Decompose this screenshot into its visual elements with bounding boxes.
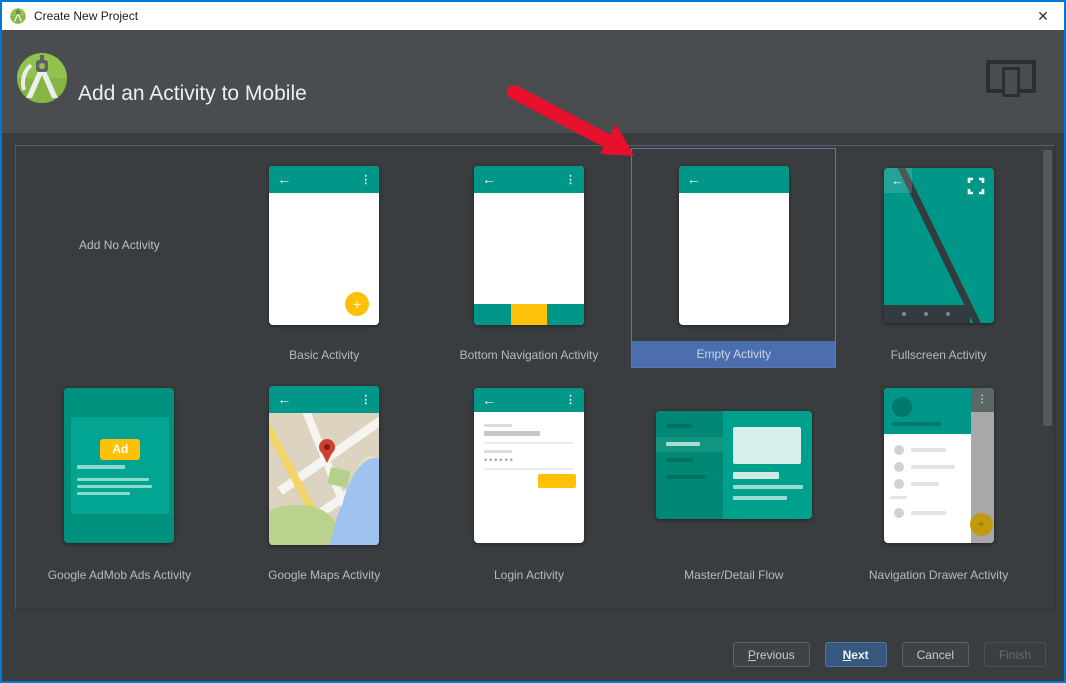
overflow-menu-icon: ⋮ [360,173,372,186]
overflow-menu-icon: ⋮ [564,394,576,406]
wizard-header: Add an Activity to Mobile [2,30,1064,133]
create-new-project-dialog: Create New Project ✕ Add an Activity to … [0,0,1066,683]
android-studio-icon [10,8,26,24]
activity-label: Bottom Navigation Activity [459,348,599,362]
activity-cell-master-detail-flow[interactable]: Master/Detail Flow [631,368,836,588]
activity-cell-navigation-drawer-activity[interactable]: ⋮ + Navigation Drawer Activity [836,368,1041,588]
activity-label: Google Maps Activity [268,568,381,582]
activity-label: Navigation Drawer Activity [868,568,1009,582]
back-arrow-icon: ← [277,391,292,407]
window-title: Create New Project [34,9,139,23]
bottom-navigation-thumbnail: ← ⋮ [473,165,584,325]
activity-label: Master/Detail Flow [684,568,784,582]
navigation-drawer-thumbnail: ⋮ + [883,387,994,543]
login-thumbnail: ← ⋮ •••••• [473,387,584,543]
fullscreen-expand-icon [967,177,984,194]
activity-cell-basic-activity[interactable]: ← ⋮ + Basic Activity [222,148,427,368]
activity-label: Google AdMob Ads Activity [47,568,192,582]
activity-cell-google-admob-ads-activity[interactable]: Ad Google AdMob Ads Activity [17,368,222,588]
overflow-menu-icon: ⋮ [360,393,372,406]
title-bar: Create New Project ✕ [2,2,1064,30]
activity-grid: Add No Activity ← ⋮ + Basic Activity ← ⋮… [17,148,1041,588]
back-arrow-icon: ← [883,167,912,193]
android-studio-logo [17,53,67,103]
admob-thumbnail: Ad [64,387,175,543]
next-button[interactable]: Next [824,642,887,667]
map-pin-icon [319,438,336,463]
avatar [891,396,912,417]
back-arrow-icon: ← [481,391,496,408]
empty-activity-thumbnail: ← [678,165,789,325]
activity-label [17,342,222,368]
maps-thumbnail: ← ⋮ [269,385,380,545]
page-title: Add an Activity to Mobile [78,82,307,105]
activity-cell-empty-activity-selected[interactable]: ← Empty Activity [631,148,837,368]
finish-button: Finish [983,642,1046,667]
vertical-scrollbar[interactable] [1043,150,1052,426]
back-arrow-icon: ← [277,171,292,187]
bottom-nav-bar [473,303,584,325]
overflow-menu-icon: ⋮ [564,173,576,186]
login-button-placeholder [537,473,576,488]
activity-cell-bottom-navigation-activity[interactable]: ← ⋮ Bottom Navigation Activity [427,148,632,368]
activity-label: Basic Activity [289,348,360,362]
back-arrow-icon: ← [686,171,701,187]
activity-label: Login Activity [493,568,565,582]
activity-label: Fullscreen Activity [890,348,987,362]
overflow-menu-icon: ⋮ [970,387,994,412]
master-detail-thumbnail [655,411,812,519]
activity-gallery-panel: Add No Activity ← ⋮ + Basic Activity ← ⋮… [15,145,1055,610]
mobile-form-factor-icon [986,60,1036,100]
cancel-button[interactable]: Cancel [901,642,969,667]
password-dots: •••••• [483,454,515,465]
activity-cell-login-activity[interactable]: ← ⋮ •••••• Login Activity [427,368,632,588]
fullscreen-activity-thumbnail: ← [883,167,994,323]
ad-banner: Ad [100,438,141,460]
wizard-footer: Previous Next Cancel Finish [732,642,1046,667]
close-icon[interactable]: ✕ [1030,6,1056,26]
map-preview [269,412,380,545]
activity-cell-google-maps-activity[interactable]: ← ⋮ Google Maps Activity [222,368,427,588]
fab-icon: + [345,291,370,316]
dimmed-fab-icon: + [969,512,993,536]
add-no-activity-label: Add No Activity [79,238,160,252]
activity-label-selected: Empty Activity [632,341,836,367]
back-arrow-icon: ← [481,171,496,187]
activity-cell-fullscreen-activity[interactable]: ← Fullscreen Activity [836,148,1041,368]
basic-activity-thumbnail: ← ⋮ + [269,165,380,325]
previous-button[interactable]: Previous [732,642,810,667]
activity-cell-add-no-activity[interactable]: Add No Activity [17,148,222,368]
